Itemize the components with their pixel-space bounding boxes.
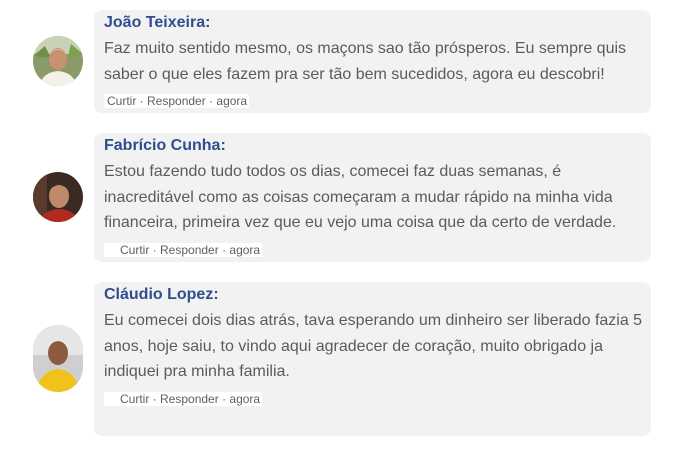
avatar[interactable]	[33, 325, 83, 392]
person-photo-icon	[33, 36, 83, 86]
comment-bubble: Cláudio Lopez: Eu comecei dois dias atrá…	[94, 282, 651, 436]
reply-link[interactable]: Responder	[160, 392, 219, 406]
comment-text: Faz muito sentido mesmo, os maçons sao t…	[104, 40, 627, 83]
comment-timestamp: agora	[229, 392, 261, 406]
comment-bubble: Fabrício Cunha: Estou fazendo tudo todos…	[94, 133, 651, 262]
reply-link[interactable]: Responder	[160, 243, 219, 257]
comment-text: Estou fazendo tudo todos os dias, comece…	[104, 163, 617, 231]
comment-timestamp: agora	[229, 243, 261, 257]
comment-actions: Curtir · Responder · agora	[104, 243, 263, 257]
comment-author[interactable]: Cláudio Lopez:	[104, 285, 219, 305]
separator: ·	[149, 392, 161, 406]
comment-timestamp: agora	[216, 94, 248, 108]
separator: ·	[205, 94, 217, 108]
comment-actions: Curtir · Responder · agora	[104, 392, 263, 406]
comment-bubble: João Teixeira: Faz muito sentido mesmo, …	[94, 10, 651, 113]
person-photo-icon	[33, 172, 83, 222]
comment-author[interactable]: João Teixeira:	[104, 13, 210, 33]
avatar[interactable]	[33, 172, 83, 222]
reply-link[interactable]: Responder	[147, 94, 206, 108]
comment-author[interactable]: Fabrício Cunha:	[104, 136, 226, 156]
like-link[interactable]: Curtir	[120, 243, 149, 257]
person-photo-icon	[33, 325, 83, 392]
like-link[interactable]: Curtir	[120, 392, 149, 406]
avatar[interactable]	[33, 36, 83, 86]
separator: ·	[218, 392, 230, 406]
comment-actions: Curtir · Responder · agora	[104, 94, 250, 108]
separator: ·	[218, 243, 230, 257]
separator: ·	[136, 94, 148, 108]
comment-text: Eu comecei dois dias atrás, tava esperan…	[104, 312, 643, 380]
like-link[interactable]: Curtir	[107, 94, 136, 108]
separator: ·	[149, 243, 161, 257]
